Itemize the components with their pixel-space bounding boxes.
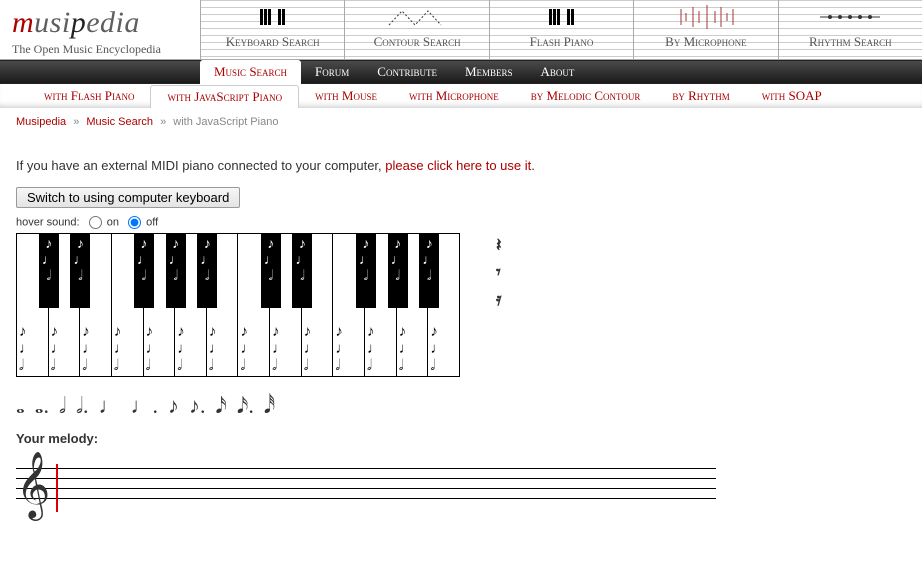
duration-row: 𝅝 𝅝. 𝅗𝅥 𝅗𝅥. ♩ ♩. ♪ ♪. 𝅘𝅥𝅯 𝅘𝅥𝅯. 𝅘𝅥𝅰 <box>16 393 906 419</box>
black-key[interactable]: ♪♩𝅗𝅥 <box>419 234 439 308</box>
rest-column: 𝄽 𝄾 𝄿 <box>496 233 502 310</box>
tab-label: Keyboard Search <box>226 34 320 49</box>
top-header: musipedia The Open Music Encyclopedia Ke… <box>0 0 922 60</box>
nav-members[interactable]: Members <box>451 60 527 84</box>
black-key[interactable]: ♪♩𝅗𝅥 <box>70 234 90 308</box>
dur-thirtysecond[interactable]: 𝅘𝅥𝅰 <box>264 393 275 419</box>
hover-label: hover sound: <box>16 216 80 228</box>
switch-keyboard-button[interactable]: Switch to using computer keyboard <box>16 187 240 208</box>
logo-letter-m: m <box>12 6 34 39</box>
nav-about[interactable]: About <box>527 60 589 84</box>
crumb-sep: » <box>73 116 79 128</box>
header-tabs: Keyboard Search Contour Search Flash Pia… <box>200 0 922 59</box>
subnav-microphone[interactable]: with Microphone <box>393 85 515 107</box>
dur-eighth-dot[interactable]: ♪. <box>189 393 206 419</box>
breadcrumb: Musipedia » Music Search » with JavaScri… <box>0 108 922 136</box>
subnav-soap[interactable]: with SOAP <box>746 85 838 107</box>
sub-nav: with Flash Piano with JavaScript Piano w… <box>0 84 922 108</box>
black-key[interactable]: ♪♩𝅗𝅥 <box>356 234 376 308</box>
hover-off-radio[interactable] <box>128 216 141 229</box>
melody-staff: 𝄞 <box>16 458 716 518</box>
piano-keyboard: ♪♩𝅗𝅥 ♪♩𝅗𝅥 ♪♩𝅗𝅥 ♪♩𝅗𝅥 ♪♩𝅗𝅥 ♪♩𝅗𝅥 ♪♩𝅗𝅥 ♪♩𝅗𝅥 ♪♩𝅗𝅥 ♪♩𝅗𝅥… <box>16 233 460 377</box>
tab-label: Rhythm Search <box>809 34 892 49</box>
piano-area: ♪♩𝅗𝅥 ♪♩𝅗𝅥 ♪♩𝅗𝅥 ♪♩𝅗𝅥 ♪♩𝅗𝅥 ♪♩𝅗𝅥 ♪♩𝅗𝅥 ♪♩𝅗𝅥 ♪♩𝅗𝅥 ♪♩𝅗𝅥… <box>16 233 906 377</box>
intro-text: If you have an external MIDI piano conne… <box>16 158 906 173</box>
black-key[interactable]: ♪♩𝅗𝅥 <box>166 234 186 308</box>
crumb-sep: » <box>160 116 166 128</box>
logo-area: musipedia The Open Music Encyclopedia <box>0 0 200 59</box>
subnav-js-piano[interactable]: with JavaScript Piano <box>150 85 299 108</box>
rhythm-icon <box>779 4 922 30</box>
crumb-root[interactable]: Musipedia <box>16 116 66 128</box>
piano-keys-icon <box>201 4 344 30</box>
piano-keys-icon <box>490 4 633 30</box>
tab-contour-search[interactable]: Contour Search <box>344 0 488 59</box>
tab-by-microphone[interactable]: By Microphone <box>633 0 777 59</box>
nav-forum[interactable]: Forum <box>301 60 363 84</box>
nav-contribute[interactable]: Contribute <box>363 60 451 84</box>
rest-quarter[interactable]: 𝄽 <box>496 235 502 256</box>
content: If you have an external MIDI piano conne… <box>0 136 922 526</box>
tagline: The Open Music Encyclopedia <box>12 42 190 57</box>
rest-sixteenth[interactable]: 𝄿 <box>496 289 502 310</box>
waveform-icon <box>634 4 777 30</box>
dur-half-dot[interactable]: 𝅗𝅥. <box>76 393 89 419</box>
main-nav: Music Search Forum Contribute Members Ab… <box>0 60 922 84</box>
tab-label: Contour Search <box>374 34 461 49</box>
staff-lines <box>16 468 716 508</box>
tab-label: By Microphone <box>665 34 746 49</box>
treble-clef-icon: 𝄞 <box>16 456 50 514</box>
subnav-melodic-contour[interactable]: by Melodic Contour <box>515 85 657 107</box>
crumb-mid[interactable]: Music Search <box>86 116 153 128</box>
hover-on-radio[interactable] <box>89 216 102 229</box>
black-key[interactable]: ♪♩𝅗𝅥 <box>261 234 281 308</box>
tab-keyboard-search[interactable]: Keyboard Search <box>200 0 344 59</box>
dur-half[interactable]: 𝅗𝅥 <box>59 393 66 419</box>
dur-quarter[interactable]: ♩ <box>98 393 120 419</box>
black-key[interactable]: ♪♩𝅗𝅥 <box>292 234 312 308</box>
melody-label: Your melody: <box>16 431 906 446</box>
tab-flash-piano[interactable]: Flash Piano <box>489 0 633 59</box>
subnav-flash-piano[interactable]: with Flash Piano <box>28 85 150 107</box>
dur-eighth[interactable]: ♪ <box>168 393 179 419</box>
logo-mid: usi <box>34 6 71 39</box>
crumb-leaf: with JavaScript Piano <box>173 116 278 128</box>
site-logo[interactable]: musipedia <box>12 6 190 40</box>
hover-sound-row: hover sound: on off <box>16 216 906 229</box>
black-key[interactable]: ♪♩𝅗𝅥 <box>134 234 154 308</box>
dur-sixteenth-dot[interactable]: 𝅘𝅥𝅯. <box>237 393 254 419</box>
rest-eighth[interactable]: 𝄾 <box>496 262 502 283</box>
intro-prefix: If you have an external MIDI piano conne… <box>16 158 385 173</box>
staff-cursor <box>56 464 58 512</box>
subnav-rhythm[interactable]: by Rhythm <box>656 85 745 107</box>
nav-music-search[interactable]: Music Search <box>200 60 301 84</box>
tab-label: Flash Piano <box>530 34 594 49</box>
black-key[interactable]: ♪♩𝅗𝅥 <box>39 234 59 308</box>
subnav-mouse[interactable]: with Mouse <box>299 85 393 107</box>
dur-whole-dot[interactable]: 𝅝. <box>35 393 49 419</box>
logo-letter-p: p <box>71 6 87 39</box>
midi-link[interactable]: please click here to use it <box>385 158 531 173</box>
hover-on-label: on <box>107 216 119 228</box>
black-key[interactable]: ♪♩𝅗𝅥 <box>197 234 217 308</box>
intro-tail: . <box>531 158 535 173</box>
black-key[interactable]: ♪♩𝅗𝅥 <box>388 234 408 308</box>
contour-icon <box>345 4 488 30</box>
dur-quarter-dot[interactable]: ♩. <box>130 393 158 419</box>
logo-suffix: edia <box>86 6 140 39</box>
dur-whole[interactable]: 𝅝 <box>16 393 25 419</box>
hover-off-label: off <box>146 216 158 228</box>
dur-sixteenth[interactable]: 𝅘𝅥𝅯 <box>215 393 226 419</box>
tab-rhythm-search[interactable]: Rhythm Search <box>778 0 922 59</box>
